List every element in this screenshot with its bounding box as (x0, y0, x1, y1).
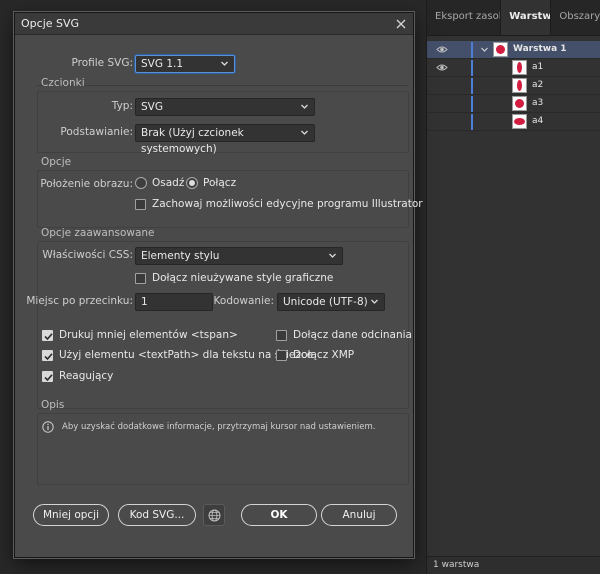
textpath-checkbox[interactable] (42, 349, 53, 361)
xmp-option[interactable]: Dołącz XMP (276, 349, 354, 361)
chevron-down-icon (301, 104, 308, 109)
profile-value: SVG 1.1 (141, 58, 184, 70)
font-subset-select[interactable]: Brak (Użyj czcionek systemowych) (135, 124, 315, 155)
css-properties-value: Elementy stylu (141, 250, 220, 262)
browser-preview-button[interactable] (203, 504, 225, 526)
dialog-title: Opcje SVG (15, 13, 413, 35)
textpath-label: Użyj elementu <textPath> dla tekstu na ś… (59, 349, 314, 361)
embed-radio[interactable] (135, 177, 147, 189)
tab-artboards[interactable]: Obszary r (551, 0, 600, 35)
tspan-label: Drukuj mniej elementów <tspan> (59, 329, 238, 341)
responsive-option[interactable]: Reagujący (42, 370, 113, 382)
panel-tab-bar: Eksport zasobów Warstwy Obszary r (427, 0, 600, 36)
layer-row-warstwa-1[interactable]: Warstwa 1 (427, 41, 600, 59)
chevron-down-icon (221, 61, 228, 66)
description-text: Aby uzyskać dodatkowe informacje, przytr… (62, 422, 376, 432)
preserve-editing-label: Zachowaj możliwości edycyjne programu Il… (152, 198, 423, 210)
tab-asset-export[interactable]: Eksport zasobów (427, 0, 500, 35)
advanced-section (37, 241, 409, 409)
layer-name: a3 (532, 98, 544, 108)
svg-code-button[interactable]: Kod SVG... (118, 504, 196, 526)
decimal-places-label: Miejsc po przecinku: (26, 295, 133, 307)
description-section-title: Opis (41, 399, 65, 411)
layer-row-a1[interactable]: a1 (427, 59, 600, 77)
chevron-down-icon (301, 130, 308, 135)
layer-row-a3[interactable]: a3 (427, 95, 600, 113)
layer-thumbnail (512, 96, 527, 111)
encoding-select[interactable]: Unicode (UTF-8) (277, 293, 385, 311)
tspan-option[interactable]: Drukuj mniej elementów <tspan> (42, 329, 238, 341)
advanced-section-title: Opcje zaawansowane (41, 227, 155, 239)
slicing-option[interactable]: Dołącz dane odcinania (276, 329, 412, 341)
globe-icon (208, 509, 221, 522)
link-label: Połącz (203, 177, 237, 189)
xmp-checkbox[interactable] (276, 349, 287, 361)
eye-icon[interactable] (436, 62, 448, 73)
css-properties-select[interactable]: Elementy stylu (135, 247, 343, 265)
encoding-value: Unicode (UTF-8) (283, 296, 368, 308)
image-location-label: Położenie obrazu: (40, 178, 133, 190)
tab-layers[interactable]: Warstwy (500, 0, 552, 35)
slicing-checkbox[interactable] (276, 329, 287, 341)
unused-styles-option[interactable]: Dołącz nieużywane style graficzne (135, 272, 333, 284)
preserve-editing-checkbox[interactable] (135, 198, 146, 210)
xmp-label: Dołącz XMP (293, 349, 355, 361)
panel-footer-count: 1 warstwa (427, 556, 600, 574)
unused-styles-label: Dołącz nieużywane style graficzne (152, 272, 334, 284)
unused-styles-checkbox[interactable] (135, 272, 146, 284)
layer-color-bar (471, 96, 473, 112)
layer-thumbnail (512, 60, 527, 75)
fonts-divider (37, 85, 409, 86)
font-type-label: Typ: (111, 100, 133, 112)
embed-radio-option[interactable]: Osadź (135, 177, 184, 189)
preserve-editing-option[interactable]: Zachowaj możliwości edycyjne programu Il… (135, 198, 423, 210)
chevron-down-icon (371, 299, 378, 304)
responsive-checkbox[interactable] (42, 370, 53, 382)
cancel-button[interactable]: Anuluj (321, 504, 397, 526)
link-radio[interactable] (186, 177, 198, 189)
decimal-places-input[interactable]: 1 (135, 293, 213, 311)
ok-button[interactable]: OK (241, 504, 317, 526)
slicing-label: Dołącz dane odcinania (293, 329, 412, 341)
layer-name: Warstwa 1 (513, 44, 567, 54)
tspan-checkbox[interactable] (42, 329, 53, 341)
layers-panel: Eksport zasobów Warstwy Obszary r Warstw… (426, 0, 600, 574)
profile-select[interactable]: SVG 1.1 (135, 55, 235, 73)
layer-name: a2 (532, 80, 544, 90)
fonts-section-title: Czcionki (41, 77, 85, 89)
layer-thumbnail (512, 114, 527, 129)
layer-thumbnail (512, 78, 527, 93)
layer-row-a4[interactable]: a4 (427, 113, 600, 131)
close-icon[interactable] (394, 17, 408, 31)
layer-color-bar (471, 60, 473, 76)
layer-color-bar (471, 78, 473, 94)
layer-list: Warstwa 1 a1 a2 a3 a4 (427, 41, 600, 131)
font-subset-label: Podstawianie: (60, 126, 133, 138)
layer-name: a1 (532, 62, 544, 72)
layer-name: a4 (532, 116, 544, 126)
responsive-label: Reagujący (59, 370, 114, 382)
info-icon (42, 421, 54, 433)
options-section-title: Opcje (41, 156, 72, 168)
layer-color-bar (471, 114, 473, 130)
font-type-select[interactable]: SVG (135, 98, 315, 116)
less-options-button[interactable]: Mniej opcji (33, 504, 109, 526)
link-radio-option[interactable]: Połącz (186, 177, 236, 189)
embed-label: Osadź (152, 177, 185, 189)
layer-color-bar (471, 42, 473, 58)
eye-icon[interactable] (436, 44, 448, 55)
encoding-label: Kodowanie: (213, 295, 274, 307)
layer-row-a2[interactable]: a2 (427, 77, 600, 95)
chevron-down-icon (329, 253, 336, 258)
textpath-option[interactable]: Użyj elementu <textPath> dla tekstu na ś… (42, 349, 313, 361)
profile-label: Profile SVG: (71, 57, 133, 69)
layer-thumbnail (493, 42, 508, 57)
chevron-down-icon[interactable] (480, 45, 489, 54)
svg-options-dialog: Opcje SVG Profile SVG: SVG 1.1 Czcionki … (14, 12, 423, 558)
css-properties-label: Właściwości CSS: (42, 249, 133, 261)
font-type-value: SVG (141, 101, 163, 113)
